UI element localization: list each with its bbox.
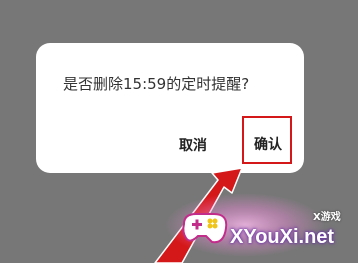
gamepad-icon	[182, 213, 228, 244]
red-arrow-icon	[154, 167, 243, 263]
dialog-message: 是否删除15:59的定时提醒?	[63, 75, 250, 93]
cancel-button[interactable]: 取消	[179, 135, 207, 155]
watermark-brand-label: X游戏	[313, 212, 341, 223]
confirm-highlight-box	[242, 116, 292, 164]
delete-reminder-dialog: 是否删除15:59的定时提醒? 取消 确认	[36, 43, 304, 173]
watermark-site-label: XYouXi.net	[230, 226, 335, 248]
